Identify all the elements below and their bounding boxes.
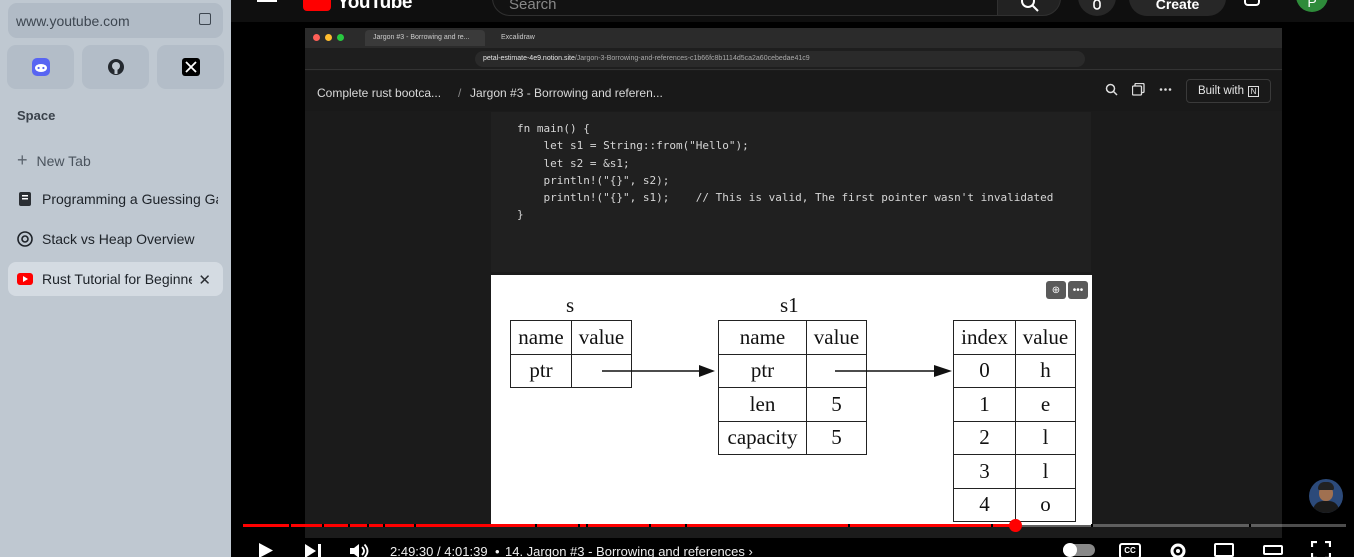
- favorite-discord[interactable]: [7, 45, 74, 89]
- youtube-logo-text: YouTube: [337, 0, 412, 13]
- recorded-url: petal-estimate-4e9.notion.site/Jargon-3-…: [475, 51, 1085, 67]
- autoplay-toggle[interactable]: [1063, 543, 1095, 557]
- create-button[interactable]: Create: [1129, 0, 1226, 16]
- discord-icon: [31, 58, 50, 76]
- built-with-notion-badge: Built with N: [1186, 79, 1271, 103]
- code-line: let s1 = String::from("Hello");: [517, 139, 749, 153]
- recorded-address-bar: petal-estimate-4e9.notion.site/Jargon-3-…: [305, 48, 1282, 70]
- url-text: www.youtube.com: [16, 12, 130, 29]
- captions-button[interactable]: CC: [1119, 543, 1141, 557]
- sidebar-tab-stack-heap[interactable]: Stack vs Heap Overview: [8, 222, 223, 256]
- settings-gear-icon[interactable]: [1168, 541, 1188, 557]
- recorded-tab-excalidraw: Excalidraw: [493, 30, 613, 46]
- chapter-title[interactable]: 14. Jargon #3 - Borrowing and references…: [505, 544, 753, 557]
- recorded-url-path: /Jargon-3-Borrowing-and-references-c1b66…: [574, 55, 810, 62]
- time-display: 2:49:30 / 4:01:39: [390, 544, 488, 557]
- search-input[interactable]: Search: [492, 0, 998, 16]
- breadcrumb-parent: Complete rust bootca...: [317, 86, 442, 100]
- next-icon[interactable]: [304, 543, 322, 557]
- new-tab-button[interactable]: + New Tab: [17, 150, 91, 171]
- breadcrumb-current: Jargon #3 - Borrowing and referen...: [470, 86, 663, 100]
- url-bar[interactable]: www.youtube.com: [8, 3, 223, 38]
- new-tab-label: New Tab: [36, 152, 91, 169]
- pinned-favorites: [7, 45, 224, 89]
- code-line: let s2 = &s1;: [517, 156, 630, 170]
- channel-avatar[interactable]: [1309, 479, 1343, 513]
- youtube-logo-icon: [303, 0, 331, 11]
- built-with-label: Built with: [1197, 85, 1245, 97]
- tab-label: Rust Tutorial for Beginners: [42, 271, 192, 287]
- recorded-browser-tabs: Jargon #3 - Borrowing and re... Excalidr…: [305, 28, 1282, 48]
- code-line: }: [517, 208, 524, 222]
- code-line: fn main() {: [517, 122, 590, 135]
- captions-label: CC: [1124, 546, 1136, 555]
- memory-diagram: ⊕ ••• s s1 name value ptr name value ptr: [491, 275, 1092, 525]
- close-icon[interactable]: ✕: [198, 271, 211, 289]
- code-line: println!("{}", s2);: [517, 173, 670, 187]
- player-controls: 2:49:30 / 4:01:39 • 14. Jargon #3 - Borr…: [231, 535, 1354, 557]
- screen: www.youtube.com Space + New Tab Programm…: [0, 0, 1354, 557]
- pause-icon: [1063, 543, 1077, 557]
- search-icon: [1105, 83, 1118, 96]
- github-icon: [107, 59, 124, 75]
- openai-icon: [17, 231, 33, 247]
- copy-link-icon[interactable]: [199, 13, 211, 25]
- code-line: println!("{}", s1); // This is valid, Th…: [517, 191, 1054, 205]
- favorite-x[interactable]: [157, 45, 224, 89]
- favorite-github[interactable]: [82, 45, 149, 89]
- recorded-url-host: petal-estimate-4e9.notion.site: [483, 55, 575, 62]
- x-icon: [181, 58, 200, 76]
- notion-header: Complete rust bootca... / Jargon #3 - Bo…: [305, 71, 1282, 111]
- window-controls: [313, 34, 344, 41]
- pointer-arrows: [602, 365, 952, 377]
- recorded-tab-label: Excalidraw: [501, 34, 535, 41]
- plus-icon: +: [17, 150, 28, 170]
- book-icon: [17, 191, 33, 207]
- notion-logo-icon: N: [1248, 85, 1260, 97]
- microphone-icon: [1093, 0, 1101, 10]
- more-options-icon: [1159, 83, 1172, 96]
- chapter-label: 14. Jargon #3 - Borrowing and references: [505, 544, 745, 557]
- duplicate-icon: [1131, 82, 1145, 96]
- search-placeholder: Search: [509, 0, 557, 13]
- browser-sidebar: www.youtube.com Space + New Tab Programm…: [0, 0, 231, 557]
- space-label: Space: [17, 108, 56, 123]
- recorded-tab-jargon: Jargon #3 - Borrowing and re...: [365, 30, 485, 46]
- tab-label: Stack vs Heap Overview: [42, 231, 195, 247]
- breadcrumb-separator: /: [458, 86, 462, 100]
- sidebar-tab-rust-tutorial[interactable]: Rust Tutorial for Beginners ✕: [8, 262, 223, 296]
- progress-scrubber[interactable]: [1009, 519, 1023, 532]
- notion-header-icons: [1105, 82, 1172, 96]
- tab-label: Programming a Guessing Game: [42, 191, 218, 207]
- chevron-right-icon: ›: [748, 544, 753, 557]
- search-icon: [1021, 0, 1039, 12]
- miniplayer-icon[interactable]: [1214, 543, 1234, 557]
- theater-mode-icon[interactable]: [1263, 545, 1283, 555]
- progress-bar[interactable]: [243, 519, 1346, 532]
- progress-played: [243, 524, 1016, 527]
- search-button[interactable]: [997, 0, 1061, 16]
- sidebar-tab-guessing-game[interactable]: Programming a Guessing Game: [8, 182, 223, 216]
- menu-icon[interactable]: [257, 0, 277, 6]
- recorded-tab-label: Jargon #3 - Borrowing and re...: [373, 34, 470, 41]
- create-label: Create: [1155, 0, 1200, 12]
- youtube-logo[interactable]: YouTube: [303, 0, 412, 14]
- avatar-letter: P: [1307, 0, 1317, 10]
- volume-icon[interactable]: [349, 543, 371, 557]
- youtube-icon: [17, 271, 33, 287]
- notifications-bell-icon[interactable]: [1244, 0, 1260, 6]
- code-block: fn main() { let s1 = String::from("Hello…: [491, 112, 1091, 272]
- chapter-separator: •: [495, 544, 500, 557]
- play-icon[interactable]: [258, 542, 274, 557]
- fullscreen-icon[interactable]: [1311, 541, 1331, 557]
